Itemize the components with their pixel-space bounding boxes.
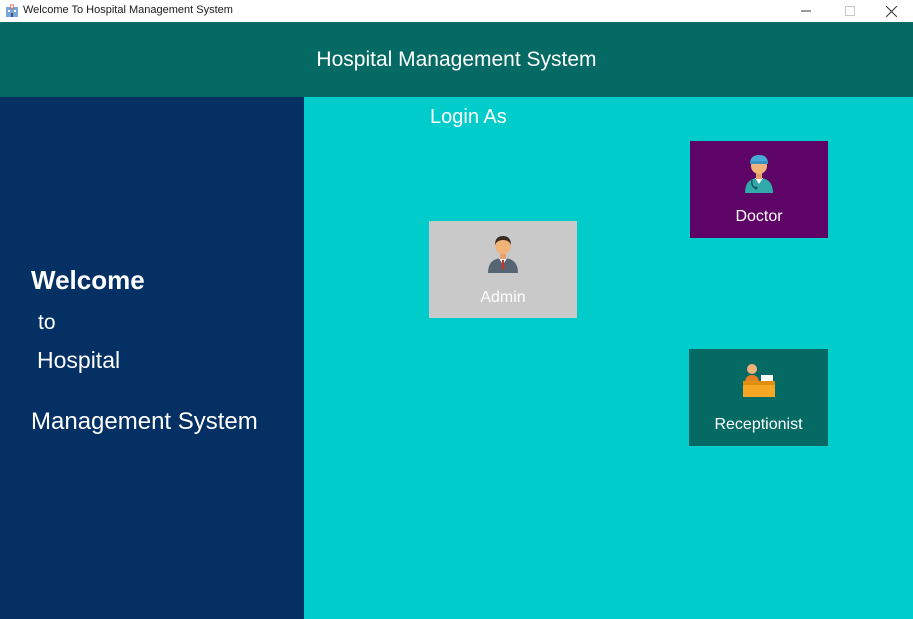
login-panel: Login As Admin Doctor Receptionist — [304, 97, 913, 619]
hospital-building-icon — [6, 4, 18, 17]
doctor-login-button[interactable]: Doctor — [690, 141, 828, 238]
admin-user-icon — [488, 236, 518, 273]
close-button[interactable] — [869, 0, 913, 22]
window-titlebar: Welcome To Hospital Management System — [0, 0, 913, 22]
maximize-icon — [845, 6, 855, 16]
receptionist-label: Receptionist — [714, 416, 803, 433]
minimize-icon — [801, 10, 811, 12]
admin-login-button[interactable]: Admin — [429, 221, 577, 318]
welcome-hospital-text: Hospital — [37, 347, 121, 373]
receptionist-login-button[interactable]: Receptionist — [689, 349, 828, 446]
login-as-heading: Login As — [430, 106, 507, 128]
close-icon — [885, 5, 897, 17]
welcome-to-text: to — [38, 311, 56, 334]
receptionist-icon — [742, 364, 775, 397]
doctor-label: Doctor — [735, 208, 783, 225]
admin-label: Admin — [480, 289, 526, 306]
app-header: Hospital Management System — [0, 22, 913, 97]
header-title: Hospital Management System — [316, 48, 597, 71]
doctor-icon — [745, 155, 773, 193]
welcome-heading: Welcome — [31, 265, 145, 295]
minimize-button[interactable] — [784, 0, 828, 22]
window-title: Welcome To Hospital Management System — [23, 4, 233, 16]
welcome-panel: Welcome to Hospital Management System — [0, 97, 304, 619]
maximize-button[interactable] — [828, 0, 872, 22]
welcome-management-text: Management System — [31, 408, 258, 435]
